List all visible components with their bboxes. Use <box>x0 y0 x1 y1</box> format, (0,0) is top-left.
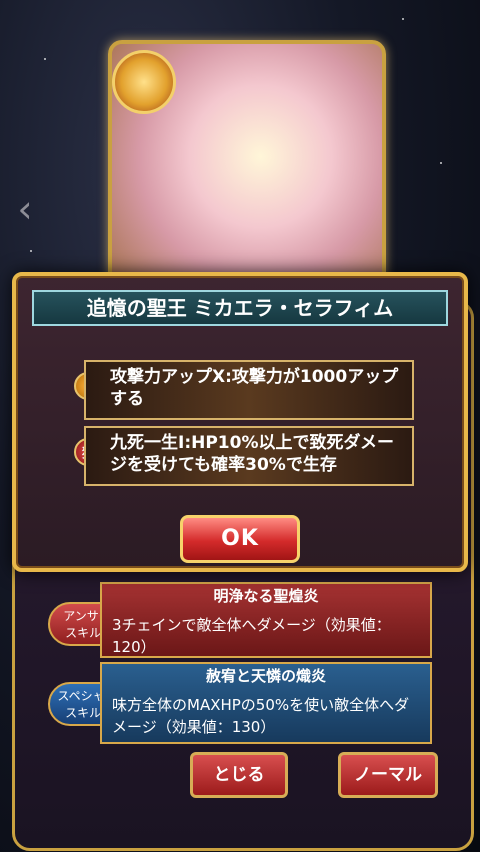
ok-button[interactable]: OK <box>180 515 300 563</box>
special-skill-description: 味方全体のMAXHPの50%を使い敵全体へダメージ（効果値：130） <box>112 696 410 736</box>
skill-item: 攻撃力アップX:攻撃力が1000アップする <box>84 360 414 420</box>
special-skill-section: 赦宥と天憐の熾炎 味方全体のMAXHPの50%を使い敵全体へダメージ（効果値：1… <box>100 662 432 744</box>
dialog-title: 追憶の聖王 ミカエラ・セラフィム <box>32 290 448 326</box>
answer-skill-section: 明浄なる聖煌炎 3チェインで敵全体へダメージ（効果値：120） <box>100 582 432 658</box>
normal-button[interactable]: ノーマル <box>338 752 438 798</box>
card-element-emblem <box>112 50 176 114</box>
close-button[interactable]: とじる <box>190 752 288 798</box>
back-arrow-icon[interactable]: ‹ <box>8 190 42 228</box>
answer-skill-description: 3チェインで敵全体へダメージ（効果値：120） <box>112 616 391 656</box>
answer-skill-name: 明浄なる聖煌炎 <box>213 587 319 605</box>
skill-item: 九死一生I:HP10%以上で致死ダメージを受けても確率30%で生存 <box>84 426 414 486</box>
special-skill-name: 赦宥と天憐の熾炎 <box>205 667 326 685</box>
